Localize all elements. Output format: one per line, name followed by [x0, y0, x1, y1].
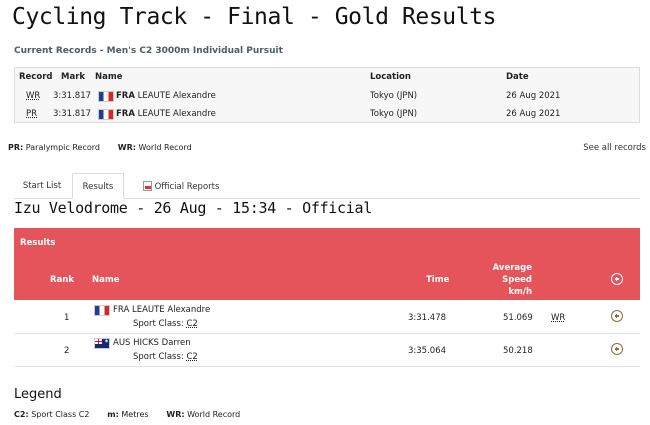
- tab-official-reports[interactable]: Official Reports: [126, 173, 236, 199]
- records-header-mark: Mark: [61, 72, 86, 82]
- aus-flag-icon: [94, 338, 110, 349]
- legend-text: Metres: [121, 410, 149, 419]
- page-title: Cycling Track - Final - Gold Results: [12, 4, 497, 30]
- result-record-badge[interactable]: WR: [551, 313, 565, 323]
- records-header-record: Record: [19, 72, 53, 82]
- wr-text: World Record: [138, 143, 192, 152]
- tab-start-list[interactable]: Start List: [14, 173, 70, 199]
- record-date: 26 Aug 2021: [506, 91, 561, 101]
- records-header-row: Record Mark Name Location Date: [15, 68, 639, 86]
- result-athlete[interactable]: AUS HICKS Darren: [113, 338, 191, 348]
- results-header-rank: Rank: [50, 275, 74, 285]
- records-header-date: Date: [506, 72, 529, 82]
- record-location: Tokyo (JPN): [370, 109, 418, 119]
- records-header-location: Location: [370, 72, 411, 82]
- records-table: Record Mark Name Location Date WR 3:31.8…: [14, 67, 640, 123]
- result-rank: 1: [64, 313, 70, 323]
- result-row: 2 AUS HICKS Darren Sport Class: C2 3:35.…: [14, 334, 640, 367]
- results-table-header: Results Rank Name Time Average Speed km/h: [14, 228, 640, 300]
- session-title: Izu Velodrome - 26 Aug - 15:34 - Officia…: [14, 199, 372, 217]
- tab-official-reports-label: Official Reports: [154, 182, 220, 192]
- record-type-abbr[interactable]: WR: [26, 91, 40, 101]
- result-athlete[interactable]: FRA LEAUTE Alexandre: [113, 305, 210, 315]
- fra-flag-icon: [94, 305, 110, 316]
- record-abbreviation-legend: PR: Paralympic Record WR: World Record: [8, 143, 192, 152]
- plus-circle-icon: [611, 343, 623, 355]
- result-rank: 2: [64, 346, 70, 356]
- pr-text: Paralympic Record: [25, 143, 100, 152]
- legend-abbr: C2:: [14, 410, 29, 419]
- record-athlete[interactable]: FRA LEAUTE Alexandre: [116, 91, 216, 101]
- record-type-abbr[interactable]: PR: [26, 109, 37, 119]
- record-athlete[interactable]: FRA LEAUTE Alexandre: [116, 109, 216, 119]
- pr-abbr: PR:: [8, 143, 24, 152]
- result-time: 3:31.478: [408, 313, 447, 323]
- fra-flag-icon: [98, 91, 114, 102]
- legend-abbr: WR:: [166, 410, 185, 419]
- results-section-label: Results: [20, 238, 56, 248]
- records-subtitle: Current Records - Men's C2 3000m Individ…: [14, 46, 283, 56]
- result-speed: 51.069: [503, 313, 533, 323]
- legend-abbr: m:: [107, 410, 119, 419]
- fra-flag-icon: [98, 109, 114, 120]
- result-speed: 50.218: [503, 346, 533, 356]
- results-header-time: Time: [426, 275, 450, 285]
- record-location: Tokyo (JPN): [370, 91, 418, 101]
- record-mark: 3:31.817: [53, 109, 92, 119]
- wr-abbr: WR:: [117, 143, 136, 152]
- legend-text: World Record: [187, 410, 241, 419]
- result-row: 1 FRA LEAUTE Alexandre Sport Class: C2 3…: [14, 301, 640, 334]
- records-row: WR 3:31.817 FRA LEAUTE Alexandre Tokyo (…: [15, 87, 639, 105]
- legend-title: Legend: [14, 387, 62, 402]
- result-sport-class: Sport Class: C2: [133, 352, 198, 362]
- pdf-icon: [142, 181, 152, 191]
- tab-results[interactable]: Results: [72, 173, 124, 199]
- see-all-records-link[interactable]: See all records: [583, 143, 646, 153]
- plus-circle-icon: [611, 273, 623, 285]
- results-tabs: Start List Results Official Reports: [14, 173, 640, 199]
- result-sport-class: Sport Class: C2: [133, 319, 198, 329]
- result-time: 3:35.064: [408, 346, 447, 356]
- results-header-speed: Average Speed km/h: [492, 263, 532, 297]
- record-mark: 3:31.817: [53, 91, 92, 101]
- records-header-name: Name: [95, 72, 123, 82]
- record-date: 26 Aug 2021: [506, 109, 561, 119]
- legend-items: C2: Sport Class C2 m: Metres WR: World R…: [14, 410, 240, 419]
- results-header-name: Name: [92, 275, 120, 285]
- legend-text: Sport Class C2: [31, 410, 90, 419]
- records-row: PR 3:31.817 FRA LEAUTE Alexandre Tokyo (…: [15, 105, 639, 123]
- plus-circle-icon: [611, 310, 623, 322]
